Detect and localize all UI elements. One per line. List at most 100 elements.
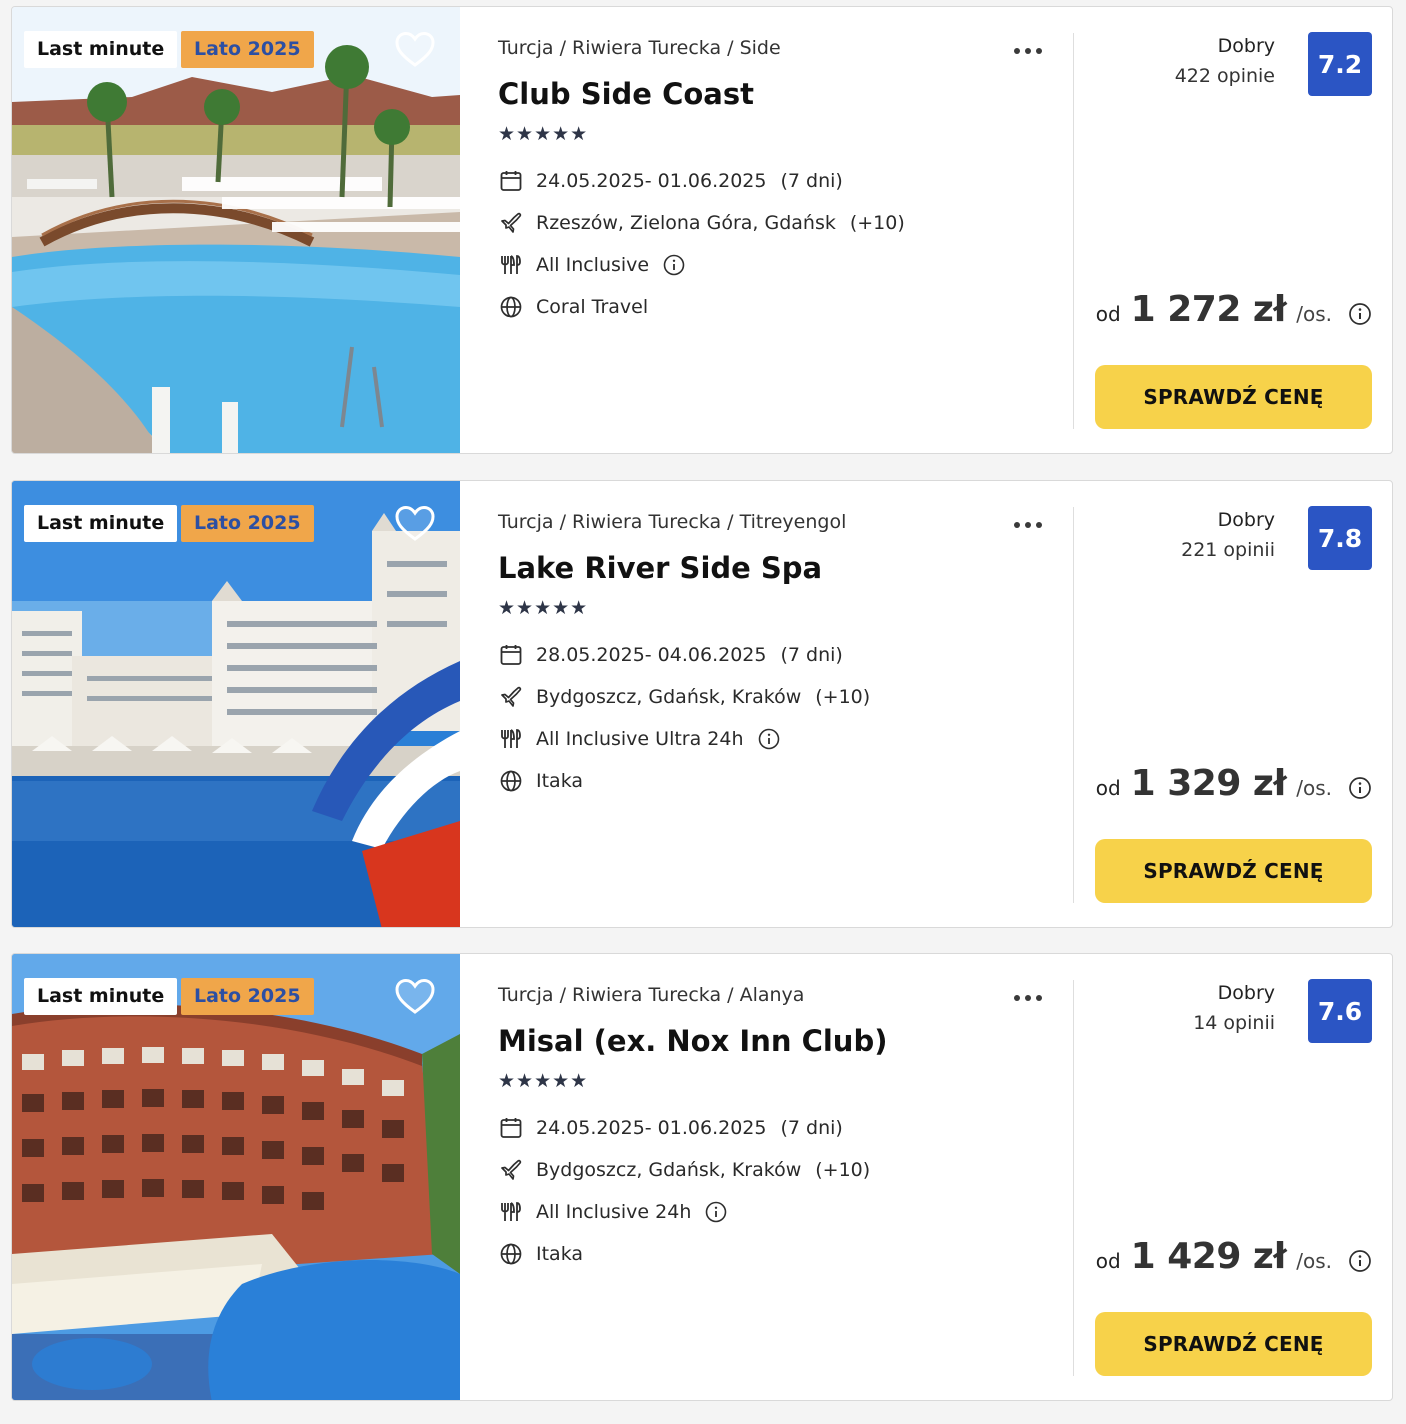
departures-row: Rzeszów, Zielona Góra, Gdańsk (+10) [498,208,905,238]
breadcrumb[interactable]: Turcja / Riwiera Turecka / Alanya [498,984,804,1006]
price-info-icon[interactable] [1348,1249,1372,1273]
operator-row: Itaka [498,1239,583,1269]
departures-more[interactable]: (+10) [815,686,870,708]
season-badge: Lato 2025 [181,505,314,542]
departures-text: Bydgoszcz, Gdańsk, Kraków [536,1159,802,1181]
check-price-button[interactable]: SPRAWDŹ CENĘ [1095,365,1372,429]
departures-more[interactable]: (+10) [815,1159,870,1181]
duration-text: (7 dni) [780,1117,843,1139]
hotel-stars: ★★★★★ [498,597,589,619]
board-text: All Inclusive [536,254,650,276]
offer-info: Turcja / Riwiera Turecka / Side Club Sid… [498,7,1058,453]
more-options-icon[interactable] [1008,509,1048,539]
plane-icon [498,684,524,710]
dates-text: 24.05.2025- 01.06.2025 [536,170,767,192]
price-prefix: od [1095,776,1121,800]
duration-text: (7 dni) [780,170,843,192]
board-row: All Inclusive [498,250,685,280]
check-price-button[interactable]: SPRAWDŹ CENĘ [1095,1312,1372,1376]
rating-block[interactable]: Dobry 422 opinie 7.2 [1092,32,1372,98]
board-text: All Inclusive Ultra 24h [536,728,744,750]
price-block: od 1 329 zł /os. [1096,763,1372,813]
board-row: All Inclusive Ultra 24h [498,724,780,754]
cutlery-icon [498,252,524,278]
price-amount: 1 272 zł [1130,289,1287,330]
plane-icon [498,210,524,236]
divider [1073,980,1074,1376]
plane-icon [498,1157,524,1183]
breadcrumb[interactable]: Turcja / Riwiera Turecka / Titreyengol [498,511,846,533]
review-count[interactable]: 14 opinii [1193,1012,1275,1034]
rating-score: 7.8 [1308,506,1372,570]
review-count[interactable]: 221 opinii [1181,539,1275,561]
hotel-name[interactable]: Club Side Coast [498,77,754,111]
more-options-icon[interactable] [1008,35,1048,65]
operator-text[interactable]: Itaka [536,770,583,792]
price-info-icon[interactable] [1348,776,1372,800]
offer-info: Turcja / Riwiera Turecka / Alanya Misal … [498,954,1058,1400]
rating-block[interactable]: Dobry 221 opinii 7.8 [1092,506,1372,572]
heart-icon[interactable] [395,505,435,543]
info-icon[interactable] [705,1201,727,1223]
dates-row: 24.05.2025- 01.06.2025 (7 dni) [498,166,843,196]
price-block: od 1 429 zł /os. [1096,1236,1372,1286]
departures-more[interactable]: (+10) [850,212,905,234]
calendar-icon [498,1115,524,1141]
offer-info: Turcja / Riwiera Turecka / Titreyengol L… [498,481,1058,927]
hotel-stars: ★★★★★ [498,1070,589,1092]
rating-label: Dobry [1217,982,1275,1004]
hotel-photo[interactable]: Last minute Lato 2025 [12,954,460,1400]
departures-text: Bydgoszcz, Gdańsk, Kraków [536,686,802,708]
info-icon[interactable] [663,254,685,276]
operator-text[interactable]: Coral Travel [536,296,648,318]
hotel-photo[interactable]: Last minute Lato 2025 [12,7,460,453]
dates-row: 28.05.2025- 04.06.2025 (7 dni) [498,640,843,670]
breadcrumb[interactable]: Turcja / Riwiera Turecka / Side [498,37,781,59]
hotel-photo[interactable]: Last minute Lato 2025 [12,481,460,927]
cutlery-icon [498,1199,524,1225]
price-prefix: od [1095,302,1121,326]
dates-text: 24.05.2025- 01.06.2025 [536,1117,767,1139]
season-badge: Lato 2025 [181,978,314,1015]
review-count[interactable]: 422 opinie [1175,65,1275,87]
rating-score: 7.6 [1308,979,1372,1043]
operator-text[interactable]: Itaka [536,1243,583,1265]
hotel-name[interactable]: Misal (ex. Nox Inn Club) [498,1024,887,1058]
offer-card[interactable]: Last minute Lato 2025 Turcja / Riwiera T… [11,480,1393,928]
last-minute-badge: Last minute [24,978,178,1015]
board-row: All Inclusive 24h [498,1197,727,1227]
divider [1073,33,1074,429]
dates-row: 24.05.2025- 01.06.2025 (7 dni) [498,1113,843,1143]
rating-score: 7.2 [1308,32,1372,96]
price-amount: 1 329 zł [1130,763,1287,804]
more-options-icon[interactable] [1008,982,1048,1012]
season-badge: Lato 2025 [181,31,314,68]
divider [1073,507,1074,903]
operator-row: Coral Travel [498,292,648,322]
calendar-icon [498,642,524,668]
rating-label: Dobry [1217,35,1275,57]
heart-icon[interactable] [395,978,435,1016]
last-minute-badge: Last minute [24,505,178,542]
heart-icon[interactable] [395,31,435,69]
price-amount: 1 429 zł [1130,1236,1287,1277]
dates-text: 28.05.2025- 04.06.2025 [536,644,767,666]
departures-text: Rzeszów, Zielona Góra, Gdańsk [536,212,836,234]
globe-icon [498,768,524,794]
check-price-button[interactable]: SPRAWDŹ CENĘ [1095,839,1372,903]
board-text: All Inclusive 24h [536,1201,692,1223]
last-minute-badge: Last minute [24,31,178,68]
offer-card[interactable]: Last minute Lato 2025 Turcja / Riwiera T… [11,6,1393,454]
info-icon[interactable] [758,728,780,750]
hotel-stars: ★★★★★ [498,123,589,145]
rating-block[interactable]: Dobry 14 opinii 7.6 [1092,979,1372,1045]
hotel-name[interactable]: Lake River Side Spa [498,551,822,585]
price-suffix: /os. [1296,302,1332,326]
offer-card[interactable]: Last minute Lato 2025 Turcja / Riwiera T… [11,953,1393,1401]
price-block: od 1 272 zł /os. [1096,289,1372,339]
operator-row: Itaka [498,766,583,796]
price-info-icon[interactable] [1348,302,1372,326]
price-prefix: od [1095,1249,1121,1273]
price-suffix: /os. [1296,1249,1332,1273]
calendar-icon [498,168,524,194]
